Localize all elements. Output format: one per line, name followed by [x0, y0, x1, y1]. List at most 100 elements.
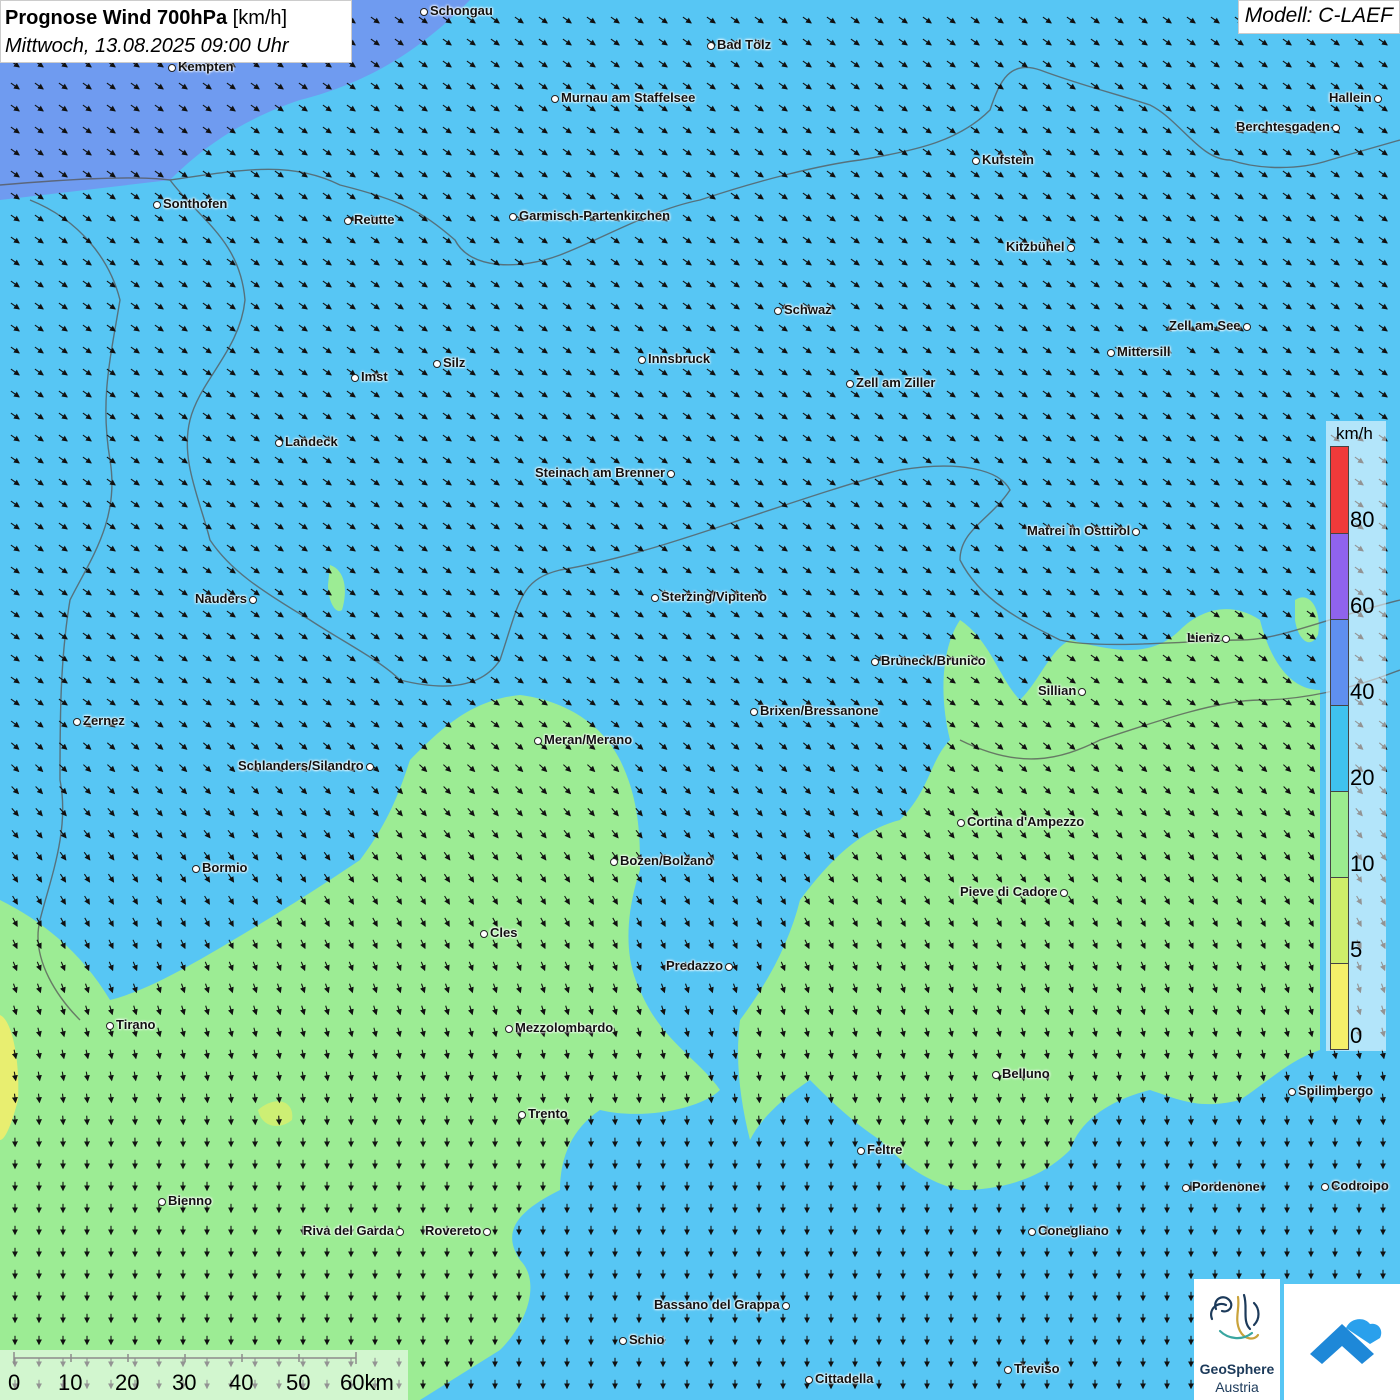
- city-dot: [957, 819, 965, 827]
- wind-arrow: [227, 1115, 234, 1126]
- city-dot: [725, 963, 733, 971]
- city-label: Murnau am Staffelsee: [561, 90, 696, 105]
- city-label: Nauders: [195, 591, 248, 606]
- city-dot: [505, 1025, 513, 1033]
- city-label: Bassano del Grappa: [654, 1297, 780, 1312]
- city-label: Landeck: [285, 434, 338, 449]
- wind-arrow: [275, 1115, 282, 1126]
- wind-arrow: [1307, 1115, 1314, 1126]
- city-label: Silz: [443, 355, 466, 370]
- wind-arrow: [467, 1115, 474, 1126]
- city-dot: [638, 356, 646, 364]
- city-dot: [1182, 1184, 1190, 1192]
- city-label: Matrei in Osttirol: [1027, 523, 1131, 538]
- city-label: Sterzing/Vipiteno: [661, 589, 767, 604]
- city-dot: [153, 201, 161, 209]
- wind-arrow: [107, 1115, 114, 1126]
- wind-arrow: [971, 1115, 978, 1126]
- city-dot: [344, 217, 352, 225]
- city-dot: [707, 42, 715, 50]
- wind-arrow: [1187, 1115, 1194, 1126]
- scale-label-30: 30: [172, 1370, 197, 1395]
- city-label: Kempten: [178, 59, 234, 74]
- city-label: Zell am Ziller: [856, 375, 936, 390]
- city-label: Codroipo: [1331, 1178, 1389, 1193]
- city-dot: [1374, 95, 1382, 103]
- city-dot: [366, 763, 374, 771]
- legend-tick-60: 60: [1350, 593, 1375, 618]
- city-dot: [73, 718, 81, 726]
- city-dot: [275, 439, 283, 447]
- wind-arrow: [1331, 1115, 1338, 1126]
- wind-arrow: [11, 1115, 18, 1126]
- legend-seg-20-40: [1330, 705, 1349, 792]
- scale-label-20: 20: [115, 1370, 140, 1395]
- city-dot: [158, 1198, 166, 1206]
- scale-label-10: 10: [58, 1370, 83, 1395]
- legend-tick-10: 10: [1350, 851, 1375, 876]
- wind-arrow: [659, 1115, 666, 1126]
- wind-arrow: [1355, 1115, 1362, 1126]
- city-dot: [992, 1071, 1000, 1079]
- legend-tick-80: 80: [1350, 507, 1375, 532]
- title-box: Prognose Wind 700hPa [km/h] Mittwoch, 13…: [0, 0, 352, 63]
- city-label: Mezzolombardo: [515, 1020, 614, 1035]
- wind-arrow: [587, 1115, 594, 1126]
- geosphere-logo: GeoSphere Austria: [1194, 1279, 1280, 1400]
- city-label: Bruneck/Brunico: [881, 653, 986, 668]
- city-label: Berchtesgaden: [1236, 119, 1330, 134]
- city-dot: [774, 307, 782, 315]
- city-dot: [509, 213, 517, 221]
- city-dot: [483, 1228, 491, 1236]
- city-dot: [1288, 1088, 1296, 1096]
- city-label: Bozen/Bolzano: [620, 853, 714, 868]
- city-dot: [1004, 1366, 1012, 1374]
- city-dot: [871, 658, 879, 666]
- color-legend: km/h 80 60 40 20 10 5 0: [1326, 421, 1386, 1051]
- city-label: Treviso: [1014, 1361, 1060, 1376]
- city-dot: [651, 594, 659, 602]
- wind-arrow: [635, 1115, 642, 1126]
- cloud-arrow-logo-icon: [1310, 1319, 1382, 1364]
- city-dot: [610, 858, 618, 866]
- city-dot: [106, 1022, 114, 1030]
- wind-arrow: [947, 1115, 954, 1126]
- wind-arrow: [1043, 1115, 1050, 1126]
- legend-tick-0: 0: [1350, 1023, 1363, 1048]
- wind-arrow: [803, 1115, 810, 1126]
- city-dot: [750, 708, 758, 716]
- legend-seg-80plus: [1330, 446, 1349, 534]
- app-logo: [1284, 1284, 1400, 1400]
- city-label: Rovereto: [425, 1223, 482, 1238]
- wind-arrow: [899, 1115, 906, 1126]
- city-dot: [972, 157, 980, 165]
- legend-seg-10-20: [1330, 791, 1349, 878]
- wind-arrow: [779, 1115, 786, 1126]
- city-dot: [667, 470, 675, 478]
- city-label: Schwaz: [784, 302, 832, 317]
- city-label: Lienz: [1187, 630, 1221, 645]
- scale-label-60km: 60km: [340, 1370, 394, 1395]
- wind-arrow: [851, 1115, 858, 1126]
- wind-arrow: [347, 1115, 354, 1126]
- city-dot: [1321, 1183, 1329, 1191]
- wind-arrow: [251, 1115, 258, 1126]
- city-label: Brixen/Bressanone: [760, 703, 879, 718]
- legend-seg-0-5: [1330, 963, 1349, 1050]
- city-dot: [1243, 323, 1251, 331]
- city-dot: [1067, 244, 1075, 252]
- city-dot: [168, 64, 176, 72]
- wind-arrow: [155, 1115, 162, 1126]
- city-label: Cles: [490, 925, 518, 940]
- legend-seg-40-60: [1330, 619, 1349, 706]
- wind-arrow: [59, 1115, 66, 1126]
- wind-arrow: [995, 1115, 1002, 1126]
- wind-arrow: [1283, 1115, 1290, 1126]
- city-dot: [534, 737, 542, 745]
- wind-arrow: [1211, 1115, 1218, 1126]
- wind-arrow: [203, 1115, 210, 1126]
- city-label: Reutte: [354, 212, 395, 227]
- city-label: Kitzbühel: [1006, 239, 1065, 254]
- city-label: Pieve di Cadore: [960, 884, 1058, 899]
- legend-tick-5: 5: [1350, 937, 1363, 962]
